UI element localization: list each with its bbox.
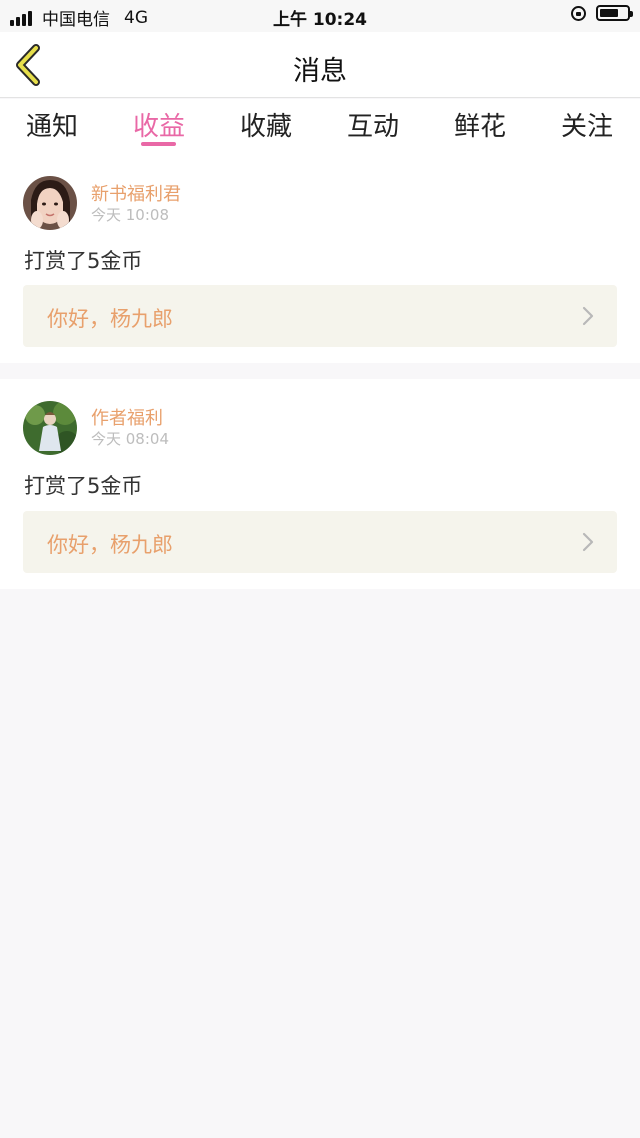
avatar[interactable]: [23, 401, 77, 455]
status-right: [571, 5, 633, 21]
message-content: 打赏了5金币: [24, 474, 143, 498]
message-content: 打赏了5金币: [24, 249, 143, 273]
battery-icon: [596, 5, 633, 21]
avatar[interactable]: [23, 176, 77, 230]
quote-text: 你好，杨九郎: [47, 533, 173, 557]
tab-favorites[interactable]: 收藏: [216, 106, 316, 143]
tab-earnings[interactable]: 收益: [109, 106, 209, 143]
tab-flowers[interactable]: 鲜花: [430, 106, 530, 143]
message-time: 今天 08:04: [91, 430, 169, 448]
status-bar: 中国电信 4G 上午 10:24: [0, 0, 640, 32]
message-card: 作者福利 今天 08:04 打赏了5金币 你好，杨九郎: [0, 379, 640, 589]
chevron-right-icon: [582, 532, 594, 552]
sender-name[interactable]: 新书福利君: [91, 180, 181, 206]
avatar-image: [23, 401, 77, 455]
tab-active-indicator: [141, 142, 176, 146]
message-card: 新书福利君 今天 10:08 打赏了5金币 你好，杨九郎: [0, 155, 640, 363]
status-time: 上午 10:24: [272, 10, 368, 30]
tab-following[interactable]: 关注: [537, 106, 637, 143]
tab-interaction[interactable]: 互动: [323, 106, 423, 143]
tab-bar: 通知 收益 收藏 互动 鲜花 关注: [0, 99, 640, 155]
avatar-image: [23, 176, 77, 230]
sender-name[interactable]: 作者福利: [91, 404, 163, 430]
quote-box[interactable]: 你好，杨九郎: [23, 511, 617, 573]
tab-notice[interactable]: 通知: [2, 106, 102, 143]
quote-text: 你好，杨九郎: [47, 307, 173, 331]
rotation-lock-icon: [571, 5, 586, 21]
message-time: 今天 10:08: [91, 206, 169, 224]
page-title: 消息: [293, 56, 347, 87]
quote-box[interactable]: 你好，杨九郎: [23, 285, 617, 347]
chevron-right-icon: [582, 306, 594, 326]
nav-bar: 消息: [0, 32, 640, 98]
